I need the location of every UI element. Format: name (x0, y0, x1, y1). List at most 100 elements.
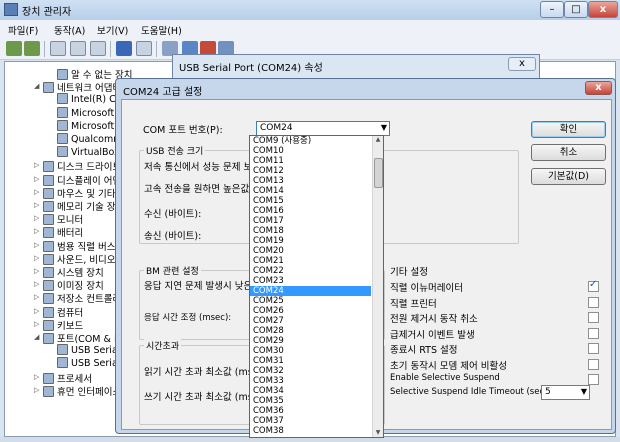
tree-item[interactable]: ▷ 배터리 (34, 225, 83, 239)
menu-action[interactable]: 동작(A) (54, 23, 85, 37)
com-port-option[interactable]: COM12 (250, 166, 371, 176)
com-port-option[interactable]: COM37 (250, 416, 371, 426)
expand-icon[interactable]: ▷ (34, 214, 39, 222)
com-port-select[interactable]: COM24 ▼ (256, 121, 390, 136)
tree-item[interactable]: ▷ 시스템 장치 (34, 265, 104, 279)
com-port-option[interactable]: COM25 (250, 296, 371, 306)
tree-item[interactable]: VirtualBox (57, 146, 120, 159)
action-icon[interactable] (136, 41, 152, 56)
expand-icon[interactable]: ▷ (34, 188, 39, 196)
tree-item[interactable]: Qualcomm (57, 133, 123, 146)
tree-item[interactable]: ▷ 사운드, 비디오 (34, 252, 115, 266)
option-checkbox[interactable] (588, 279, 599, 292)
scrollbar-thumb[interactable] (374, 158, 383, 188)
cancel-button[interactable]: 취소 (531, 144, 606, 161)
expand-icon[interactable]: ▷ (34, 241, 39, 249)
minimize-button[interactable]: – (540, 1, 564, 18)
expand-icon[interactable]: ▷ (34, 227, 39, 235)
com-port-option[interactable]: COM15 (250, 196, 371, 206)
advanced-close-button[interactable]: x (585, 81, 612, 95)
expand-icon[interactable]: ▷ (34, 320, 39, 328)
expand-icon[interactable]: ▷ (34, 267, 39, 275)
menu-view[interactable]: 보기(V) (97, 23, 128, 37)
com-port-option[interactable]: COM13 (250, 176, 371, 186)
com-port-option[interactable]: COM21 (250, 256, 371, 266)
tree-item[interactable]: ▷ 프로세서 (34, 371, 92, 385)
ok-button[interactable]: 확인 (531, 121, 606, 138)
tree-item[interactable]: ▷ 저장소 컨트롤러 (34, 291, 121, 305)
com-port-option[interactable]: COM19 (250, 236, 371, 246)
properties-close-button[interactable]: x (508, 57, 536, 71)
expand-icon[interactable]: ▷ (34, 161, 39, 169)
forward-arrow-icon[interactable] (24, 41, 40, 56)
expand-icon[interactable]: ◢ (34, 333, 39, 341)
scroll-down-icon[interactable]: ▼ (373, 429, 383, 437)
com-port-option[interactable]: COM32 (250, 366, 371, 376)
com-port-option[interactable]: COM20 (250, 246, 371, 256)
com-port-option[interactable]: COM35 (250, 396, 371, 406)
com-port-dropdown[interactable]: COM9 (사용중) COM10 COM11 COM12 COM13 COM14 COM15… (249, 135, 384, 438)
com-port-option[interactable]: COM24 (250, 286, 371, 296)
com-port-option[interactable]: COM36 (250, 406, 371, 416)
com-port-option[interactable]: COM18 (250, 226, 371, 236)
list-view-icon[interactable] (70, 41, 86, 56)
com-port-option[interactable]: COM31 (250, 356, 371, 366)
option-checkbox[interactable] (588, 358, 599, 370)
option-checkbox[interactable] (588, 374, 599, 385)
com-port-option[interactable]: COM22 (250, 266, 371, 276)
defaults-button[interactable]: 기본값(D) (531, 168, 606, 185)
maximize-button[interactable]: □ (564, 1, 588, 18)
menu-help[interactable]: 도움말(H) (141, 23, 182, 37)
com-port-option[interactable]: COM29 (250, 336, 371, 346)
expand-icon[interactable]: ▷ (34, 254, 39, 262)
tree-item[interactable]: USB Serial (57, 357, 120, 370)
menu-file[interactable]: 파일(F) (8, 23, 38, 37)
close-button[interactable]: x (588, 1, 618, 18)
scroll-up-icon[interactable]: ▲ (373, 136, 383, 146)
tree-item[interactable]: ▷ 마우스 및 기타 (34, 186, 115, 200)
expand-icon[interactable]: ▷ (34, 386, 39, 394)
suspend-timeout-select[interactable]: 5 ▼ (541, 385, 590, 400)
com-port-option[interactable]: COM33 (250, 376, 371, 386)
com-port-option[interactable]: COM9 (사용중) (250, 136, 371, 146)
option-checkbox[interactable] (588, 296, 599, 308)
expand-icon[interactable]: ▷ (34, 175, 39, 183)
option-checkbox[interactable] (588, 343, 599, 354)
com-port-option[interactable]: COM11 (250, 156, 371, 166)
tree-item[interactable]: ▷ 컴퓨터 (34, 305, 83, 319)
com-port-option[interactable]: COM16 (250, 206, 371, 216)
properties-icon[interactable] (90, 41, 106, 56)
tree-item[interactable]: Microsoft (57, 106, 114, 120)
tree-item[interactable]: ▷ 휴먼 인터페이스 (34, 384, 121, 398)
com-port-option[interactable]: COM28 (250, 326, 371, 336)
tree-item[interactable]: ◢ 네트워크 어댑터 (34, 80, 121, 94)
tree-item[interactable]: USB Serial (57, 344, 120, 357)
com-port-option[interactable]: COM27 (250, 316, 371, 326)
com-port-option[interactable]: COM30 (250, 346, 371, 356)
com-port-option[interactable]: COM17 (250, 216, 371, 226)
com-port-option[interactable]: COM34 (250, 386, 371, 396)
tree-item[interactable]: ▷ 디스크 드라이브 (34, 159, 121, 173)
expand-icon[interactable]: ▷ (34, 280, 39, 288)
help-icon[interactable] (116, 41, 132, 56)
tree-item[interactable]: ▷ 키보드 (34, 318, 83, 332)
tree-item[interactable]: Intel(R) C (57, 93, 116, 106)
tree-item[interactable]: Microsoft (57, 119, 114, 133)
option-checkbox[interactable] (588, 327, 599, 339)
com-port-option[interactable]: COM23 (250, 276, 371, 286)
com-port-option[interactable]: COM14 (250, 186, 371, 196)
expand-icon[interactable]: ▷ (34, 293, 39, 301)
com-port-option[interactable]: COM38 (250, 426, 371, 436)
com-port-option[interactable]: COM10 (250, 146, 371, 156)
expand-icon[interactable]: ▷ (34, 201, 39, 209)
tree-item[interactable]: ▷ 범용 직렬 버스 (34, 239, 115, 253)
dropdown-scrollbar[interactable]: ▲ ▼ (372, 136, 383, 437)
expand-icon[interactable]: ▷ (34, 307, 39, 315)
option-checkbox[interactable] (588, 312, 599, 323)
tree-item[interactable]: ◢ 포트(COM & L (34, 331, 119, 345)
expand-icon[interactable]: ▷ (34, 373, 39, 381)
com-port-option[interactable]: COM26 (250, 306, 371, 316)
tree-view-icon[interactable] (50, 41, 66, 56)
back-arrow-icon[interactable] (6, 41, 22, 56)
tree-item[interactable]: ▷ 메모리 기술 장치 (34, 199, 124, 213)
